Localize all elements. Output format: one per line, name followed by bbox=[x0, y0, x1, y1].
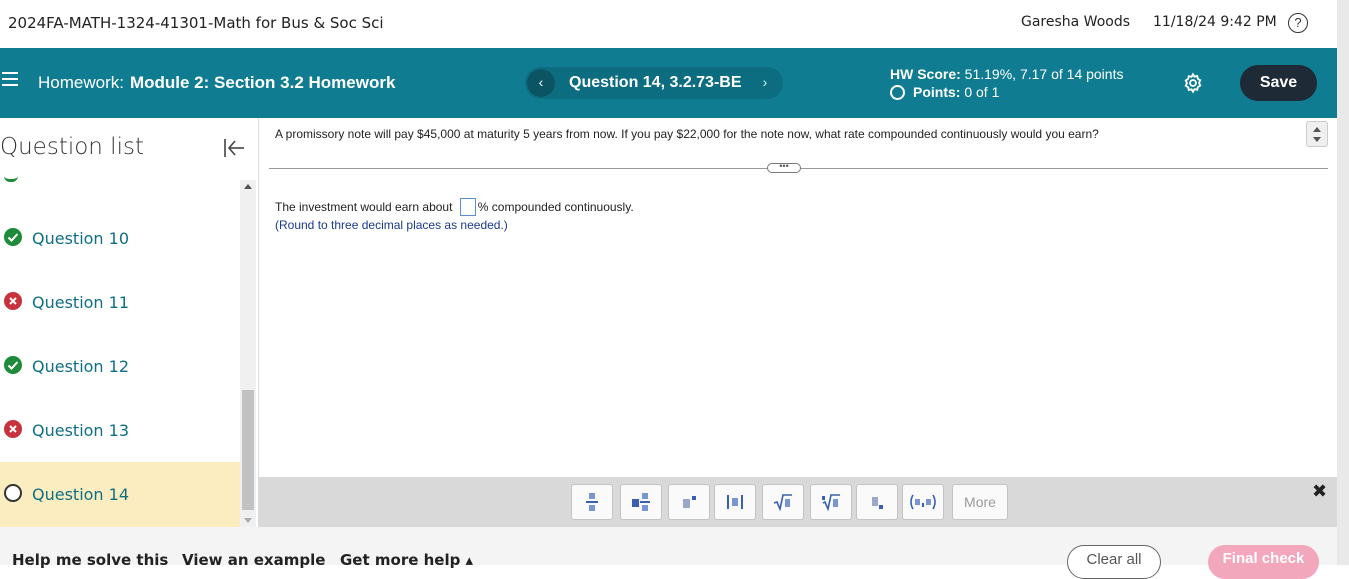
x-icon bbox=[4, 420, 22, 438]
question-navigator: ‹ Question 14, 3.2.73-BE › bbox=[525, 67, 783, 99]
points-value: 0 of 1 bbox=[960, 84, 1000, 100]
expand-dots-button[interactable]: ••• bbox=[767, 162, 801, 173]
menu-icon[interactable] bbox=[2, 72, 18, 86]
x-icon bbox=[4, 292, 22, 310]
points-label: Points: bbox=[913, 84, 961, 100]
save-button[interactable]: Save bbox=[1240, 65, 1317, 101]
points-status-icon bbox=[890, 85, 905, 100]
question-list-title: Question list bbox=[0, 134, 144, 160]
question-scroll-control[interactable] bbox=[1306, 121, 1328, 147]
question-list-label: Question 11 bbox=[32, 293, 130, 312]
bottom-action-bar: Help me solve this View an example Get m… bbox=[0, 527, 1337, 579]
scroll-down-icon[interactable] bbox=[1313, 137, 1321, 142]
question-list-item-14[interactable]: Question 14 bbox=[0, 462, 240, 527]
gear-icon[interactable] bbox=[1182, 72, 1204, 94]
check-icon bbox=[4, 228, 22, 246]
user-name[interactable]: Garesha Woods bbox=[1021, 14, 1130, 30]
check-icon bbox=[4, 356, 22, 374]
answer-sentence: The investment would earn about % compou… bbox=[275, 198, 634, 216]
ordered-pair-icon[interactable] bbox=[902, 484, 944, 520]
question-list-label: Question 13 bbox=[32, 421, 130, 440]
fraction-icon[interactable] bbox=[571, 484, 613, 520]
collapse-sidebar-icon[interactable] bbox=[222, 138, 246, 158]
next-question-button[interactable]: › bbox=[753, 69, 777, 97]
nth-root-icon[interactable] bbox=[810, 484, 852, 520]
answer-suffix: % compounded continuously. bbox=[477, 200, 634, 214]
window-scrollbar[interactable] bbox=[1337, 0, 1349, 565]
question-list-item-11[interactable]: Question 11 bbox=[0, 270, 240, 334]
subscript-icon[interactable] bbox=[856, 484, 898, 520]
final-check-button[interactable]: Final check bbox=[1208, 545, 1319, 579]
question-list-panel: Question list Question 10 Question 11 Qu… bbox=[0, 118, 258, 527]
open-circle-icon bbox=[4, 484, 22, 502]
course-title: 2024FA-MATH-1324-41301-Math for Bus & So… bbox=[8, 14, 384, 32]
mixed-number-icon[interactable] bbox=[620, 484, 662, 520]
question-list-item-13[interactable]: Question 13 bbox=[0, 398, 240, 462]
view-example-link[interactable]: View an example bbox=[182, 551, 325, 569]
question-list-item-12[interactable]: Question 12 bbox=[0, 334, 240, 398]
hw-score-label: HW Score: bbox=[890, 66, 961, 82]
hw-score-value: 51.19%, 7.17 of 14 points bbox=[960, 66, 1124, 82]
get-more-help-link[interactable]: Get more help ▴ bbox=[340, 551, 473, 569]
question-list-label: Question 10 bbox=[32, 229, 130, 248]
hw-score: HW Score: 51.19%, 7.17 of 14 points bbox=[890, 66, 1123, 82]
top-bar: 2024FA-MATH-1324-41301-Math for Bus & So… bbox=[0, 0, 1349, 48]
question-title[interactable]: Question 14, 3.2.73-BE bbox=[569, 74, 742, 92]
scroll-thumb[interactable] bbox=[242, 390, 254, 510]
help-icon[interactable]: ? bbox=[1288, 13, 1308, 33]
question-list-label: Question 12 bbox=[32, 357, 130, 376]
scroll-down-icon[interactable] bbox=[244, 518, 252, 523]
exponent-icon[interactable] bbox=[668, 484, 710, 520]
rounding-hint: (Round to three decimal places as needed… bbox=[275, 218, 508, 232]
absolute-value-icon[interactable] bbox=[714, 484, 756, 520]
question-panel: A promissory note will pay $45,000 at ma… bbox=[258, 118, 1337, 477]
homework-name: Module 2: Section 3.2 Homework bbox=[129, 73, 396, 92]
answer-prefix: The investment would earn about bbox=[275, 200, 456, 214]
math-toolbar: More ✖ bbox=[258, 477, 1337, 527]
more-tools-button[interactable]: More bbox=[952, 484, 1008, 520]
help-me-solve-link[interactable]: Help me solve this bbox=[12, 551, 168, 569]
question-text: A promissory note will pay $45,000 at ma… bbox=[275, 127, 1099, 141]
homework-header: Homework: Module 2: Section 3.2 Homework … bbox=[0, 48, 1337, 118]
answer-input[interactable] bbox=[459, 198, 476, 216]
homework-prefix: Homework: bbox=[38, 73, 124, 92]
question-list-scrollbar[interactable] bbox=[240, 180, 256, 527]
homework-title: Homework: Module 2: Section 3.2 Homework bbox=[38, 73, 395, 93]
sqrt-icon[interactable] bbox=[762, 484, 804, 520]
previous-item-partial bbox=[4, 176, 18, 182]
clear-all-button[interactable]: Clear all bbox=[1067, 545, 1161, 579]
points: Points: 0 of 1 bbox=[890, 84, 999, 100]
question-list-item-10[interactable]: Question 10 bbox=[0, 206, 240, 270]
datetime: 11/18/24 9:42 PM bbox=[1153, 14, 1277, 30]
scroll-up-icon[interactable] bbox=[244, 184, 252, 189]
scroll-up-icon[interactable] bbox=[1313, 127, 1321, 132]
close-toolbar-icon[interactable]: ✖ bbox=[1312, 481, 1327, 502]
previous-question-button[interactable]: ‹ bbox=[527, 69, 555, 97]
question-list-label: Question 14 bbox=[32, 485, 130, 504]
